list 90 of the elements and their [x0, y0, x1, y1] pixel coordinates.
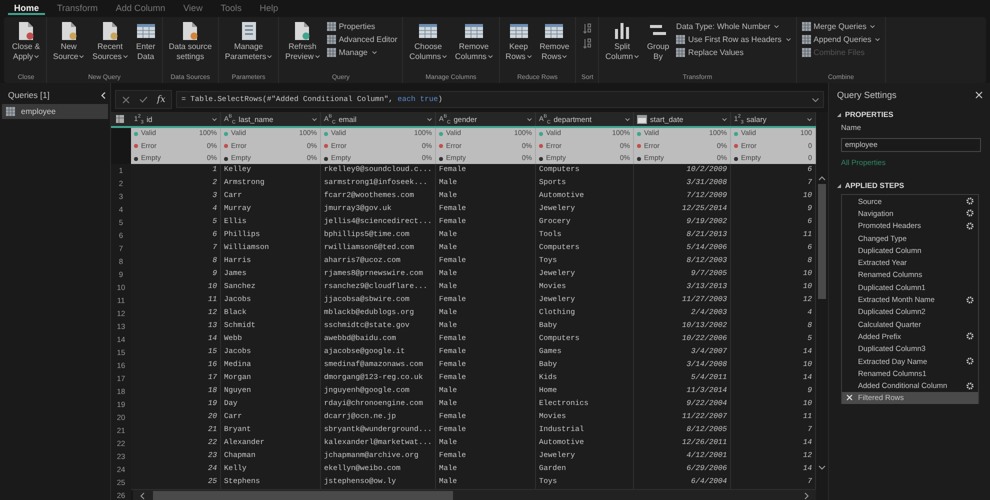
ribbon-button[interactable]: Choose Columns	[406, 20, 450, 62]
table-icon	[508, 21, 529, 41]
caret-icon	[625, 118, 630, 120]
ribbon-button[interactable]: Keep Rows	[502, 20, 535, 62]
fx-button[interactable]: fx	[157, 94, 166, 104]
gear-icon[interactable]	[966, 357, 974, 365]
table-icon	[136, 21, 156, 41]
table-icon	[676, 48, 686, 57]
caret-icon	[526, 55, 532, 58]
document-icon	[16, 21, 36, 41]
panel-title: Query Settings	[837, 90, 897, 100]
table-icon	[802, 22, 811, 31]
ribbon-tab[interactable]: Transform	[51, 0, 104, 15]
collapse-icon[interactable]	[101, 92, 106, 98]
ribbon-button[interactable]: Manage Parameters	[222, 20, 276, 62]
chevron-right-icon[interactable]	[802, 492, 810, 500]
caret-icon	[562, 55, 568, 58]
table-icon	[544, 21, 564, 41]
sort-icon[interactable]	[583, 23, 592, 34]
chevron-left-icon[interactable]	[139, 492, 147, 500]
caret-icon	[875, 38, 880, 41]
document-icon	[292, 21, 312, 41]
caret-icon	[267, 55, 272, 58]
ribbon-button[interactable]: Use First Row as Headers	[674, 34, 793, 45]
table-icon	[418, 21, 438, 41]
ribbon-button[interactable]: Remove Rows	[536, 20, 572, 62]
caret-icon	[212, 118, 217, 120]
ribbon-button[interactable]: Merge Queries	[800, 21, 882, 32]
ribbon-button[interactable]: Remove Columns	[452, 20, 496, 62]
collapse-icon[interactable]	[837, 184, 841, 188]
caret-icon	[786, 38, 791, 41]
table-icon	[326, 22, 336, 31]
table-icon	[802, 48, 811, 57]
gear-icon[interactable]	[966, 296, 974, 304]
ribbon-tab[interactable]: Help	[254, 0, 284, 15]
table-icon	[676, 35, 686, 44]
document-icon	[100, 21, 120, 41]
check-icon[interactable]	[139, 96, 148, 103]
caret-icon	[807, 118, 812, 120]
caret-icon	[34, 55, 40, 58]
caret-icon	[870, 25, 876, 28]
ribbon-button[interactable]: Recent Sources	[89, 20, 131, 62]
ribbon-button[interactable]: Enter Data	[132, 20, 159, 62]
vertical-scrollbar[interactable]	[816, 112, 828, 500]
caret-icon	[634, 55, 639, 58]
ribbon-button[interactable]: Advanced Editor	[324, 34, 400, 45]
ribbon-button[interactable]: Split Column	[602, 20, 642, 62]
caret-icon	[372, 51, 377, 54]
caret-icon	[312, 118, 317, 120]
caret-icon	[774, 25, 780, 28]
query-item[interactable]: employee	[2, 104, 108, 119]
gear-icon[interactable]	[966, 332, 974, 340]
delete-icon[interactable]	[846, 394, 853, 402]
ribbon-tab[interactable]: Tools	[214, 0, 248, 15]
caret-icon	[427, 118, 432, 120]
table-icon	[802, 35, 811, 44]
ribbon-button[interactable]: Manage	[324, 47, 400, 58]
caret-icon	[527, 118, 532, 120]
calendar-icon	[637, 114, 647, 124]
ribbon-button[interactable]: Replace Values	[674, 47, 793, 58]
ribbon-button[interactable]: Refresh Preview	[282, 20, 323, 62]
table-icon	[326, 48, 336, 57]
ribbon-button[interactable]: Data Type: Whole Number	[674, 21, 793, 32]
caret-icon	[314, 55, 320, 58]
caret-icon	[442, 55, 447, 58]
ribbon-button[interactable]: Data source settings	[166, 20, 215, 62]
caret-icon	[722, 118, 727, 120]
ribbon-button[interactable]: Properties	[324, 21, 400, 32]
chevron-icon[interactable]	[812, 98, 819, 102]
ribbon-tab[interactable]: Add Column	[110, 0, 172, 15]
panel-title: Queries [1]	[8, 90, 50, 100]
sort-icon[interactable]	[583, 38, 592, 49]
table-icon	[464, 21, 484, 41]
collapse-icon[interactable]	[837, 112, 841, 116]
ribbon-button[interactable]: Append Queries	[800, 34, 882, 45]
table-icon	[6, 107, 15, 116]
ribbon-button[interactable]: Close & Apply	[9, 20, 44, 62]
gear-icon[interactable]	[966, 382, 974, 390]
table-menu-icon[interactable]	[116, 115, 126, 123]
caret-icon	[79, 55, 84, 58]
horizontal-scrollbar[interactable]	[133, 490, 816, 500]
ribbon-button[interactable]: Group By	[644, 20, 672, 62]
caret-icon	[122, 55, 128, 58]
caret-icon	[488, 55, 493, 58]
ribbon-tab[interactable]: View	[177, 0, 209, 15]
ribbon-tab[interactable]: Home	[8, 0, 46, 15]
table-icon	[326, 35, 336, 44]
ribbon-button[interactable]: New Source	[50, 20, 88, 62]
close-icon[interactable]	[975, 91, 983, 99]
document-icon	[180, 21, 200, 41]
